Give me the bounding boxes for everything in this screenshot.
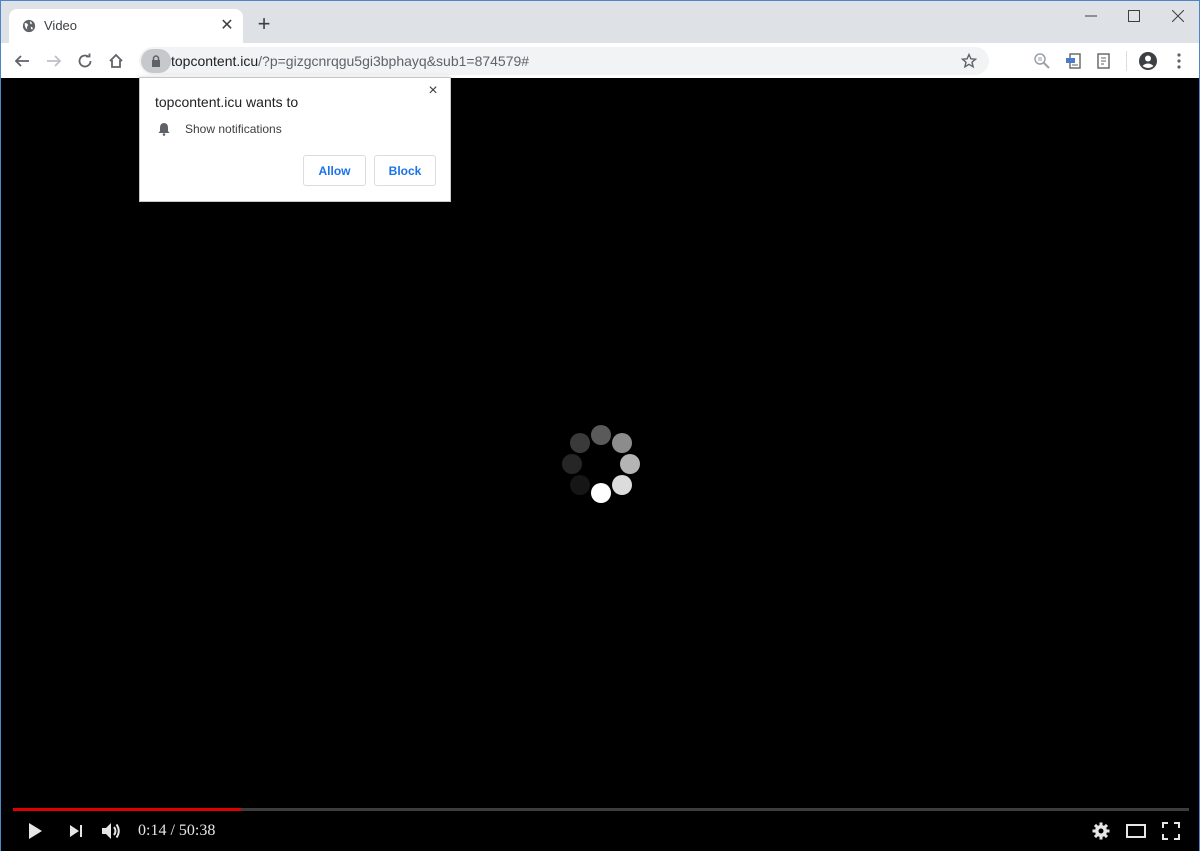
home-icon [109, 53, 123, 68]
current-time: 0:14 [138, 822, 167, 839]
zoom-button[interactable] [1031, 50, 1053, 72]
fullscreen-button[interactable] [1159, 818, 1183, 844]
theater-mode-button[interactable] [1123, 818, 1149, 844]
settings-button[interactable] [1089, 818, 1113, 844]
home-button[interactable] [104, 49, 128, 73]
gear-icon [1092, 822, 1110, 840]
url-domain: topcontent.icu [171, 53, 259, 69]
address-bar[interactable]: topcontent.icu/?p=gizgcnrqgu5gi3bphayq&s… [139, 47, 989, 75]
spinner-dot [611, 433, 632, 454]
volume-button[interactable] [98, 818, 124, 844]
allow-button[interactable]: Allow [303, 155, 366, 186]
url-path: /?p=gizgcnrqgu5gi3bphayq&sub1=874579# [258, 53, 530, 69]
theater-mode-icon [1126, 824, 1146, 838]
play-icon [29, 823, 42, 839]
spinner-dot [611, 474, 632, 495]
duration: 50:38 [178, 822, 216, 839]
fullscreen-icon [1162, 822, 1180, 840]
time-display: 0:14 / 50:38 [138, 822, 216, 839]
spinner-dot [591, 425, 611, 445]
minimize-button[interactable] [1071, 5, 1111, 27]
close-window-button[interactable] [1158, 5, 1198, 27]
spinner-dot [570, 433, 591, 454]
minimize-icon [1085, 15, 1097, 17]
tab-video[interactable]: Video ✕ [9, 9, 243, 43]
tab-strip: Video ✕ + [1, 1, 1199, 43]
profile-icon [1139, 52, 1157, 70]
spinner-dot [570, 474, 591, 495]
menu-button[interactable] [1168, 50, 1190, 72]
toolbar: topcontent.icu/?p=gizgcnrqgu5gi3bphayq&s… [1, 43, 1199, 78]
profile-button[interactable] [1137, 50, 1159, 72]
block-button[interactable]: Block [374, 155, 436, 186]
extension-pdf-icon [1066, 53, 1081, 69]
new-tab-button[interactable]: + [254, 13, 274, 35]
loading-spinner [561, 424, 641, 504]
close-icon [1172, 10, 1184, 22]
browser-window: Video ✕ + topcontent.icu/?p=gizgcnrqgu5g… [0, 0, 1200, 851]
reload-icon [78, 53, 92, 68]
bookmark-star-button[interactable] [959, 51, 979, 71]
maximize-icon [1128, 10, 1140, 22]
extension-reader-button[interactable] [1093, 50, 1115, 72]
permission-label: Show notifications [185, 122, 282, 136]
prompt-title: topcontent.icu wants to [155, 94, 299, 110]
tab-close-icon[interactable]: ✕ [219, 18, 235, 34]
toolbar-separator [1126, 51, 1127, 71]
forward-button[interactable] [42, 49, 66, 73]
lock-icon[interactable] [141, 49, 171, 73]
prompt-close-icon[interactable]: × [425, 83, 441, 99]
back-icon [14, 55, 29, 67]
spinner-dot [620, 454, 640, 474]
extension-reader-icon [1097, 53, 1110, 69]
notification-permission-prompt: topcontent.icu wants to × Show notificat… [139, 77, 451, 202]
volume-icon [102, 823, 120, 839]
back-button[interactable] [10, 49, 34, 73]
next-icon [70, 825, 82, 837]
play-button[interactable] [23, 818, 47, 844]
maximize-button[interactable] [1114, 5, 1154, 27]
star-icon [961, 53, 977, 69]
tab-title: Video [44, 18, 78, 33]
spinner-dot [562, 454, 582, 474]
spinner-dot [591, 483, 611, 503]
permission-row: Show notifications [157, 122, 282, 136]
url-text[interactable]: topcontent.icu/?p=gizgcnrqgu5gi3bphayq&s… [171, 53, 529, 69]
menu-icon [1177, 53, 1181, 69]
forward-icon [47, 55, 62, 67]
globe-icon [22, 19, 36, 33]
zoom-icon [1034, 53, 1050, 69]
reload-button[interactable] [73, 49, 97, 73]
next-button[interactable] [64, 818, 88, 844]
progress-played [13, 808, 242, 811]
extension-pdf-button[interactable] [1063, 50, 1085, 72]
progress-bar[interactable] [13, 808, 1189, 811]
bell-icon [158, 123, 170, 136]
